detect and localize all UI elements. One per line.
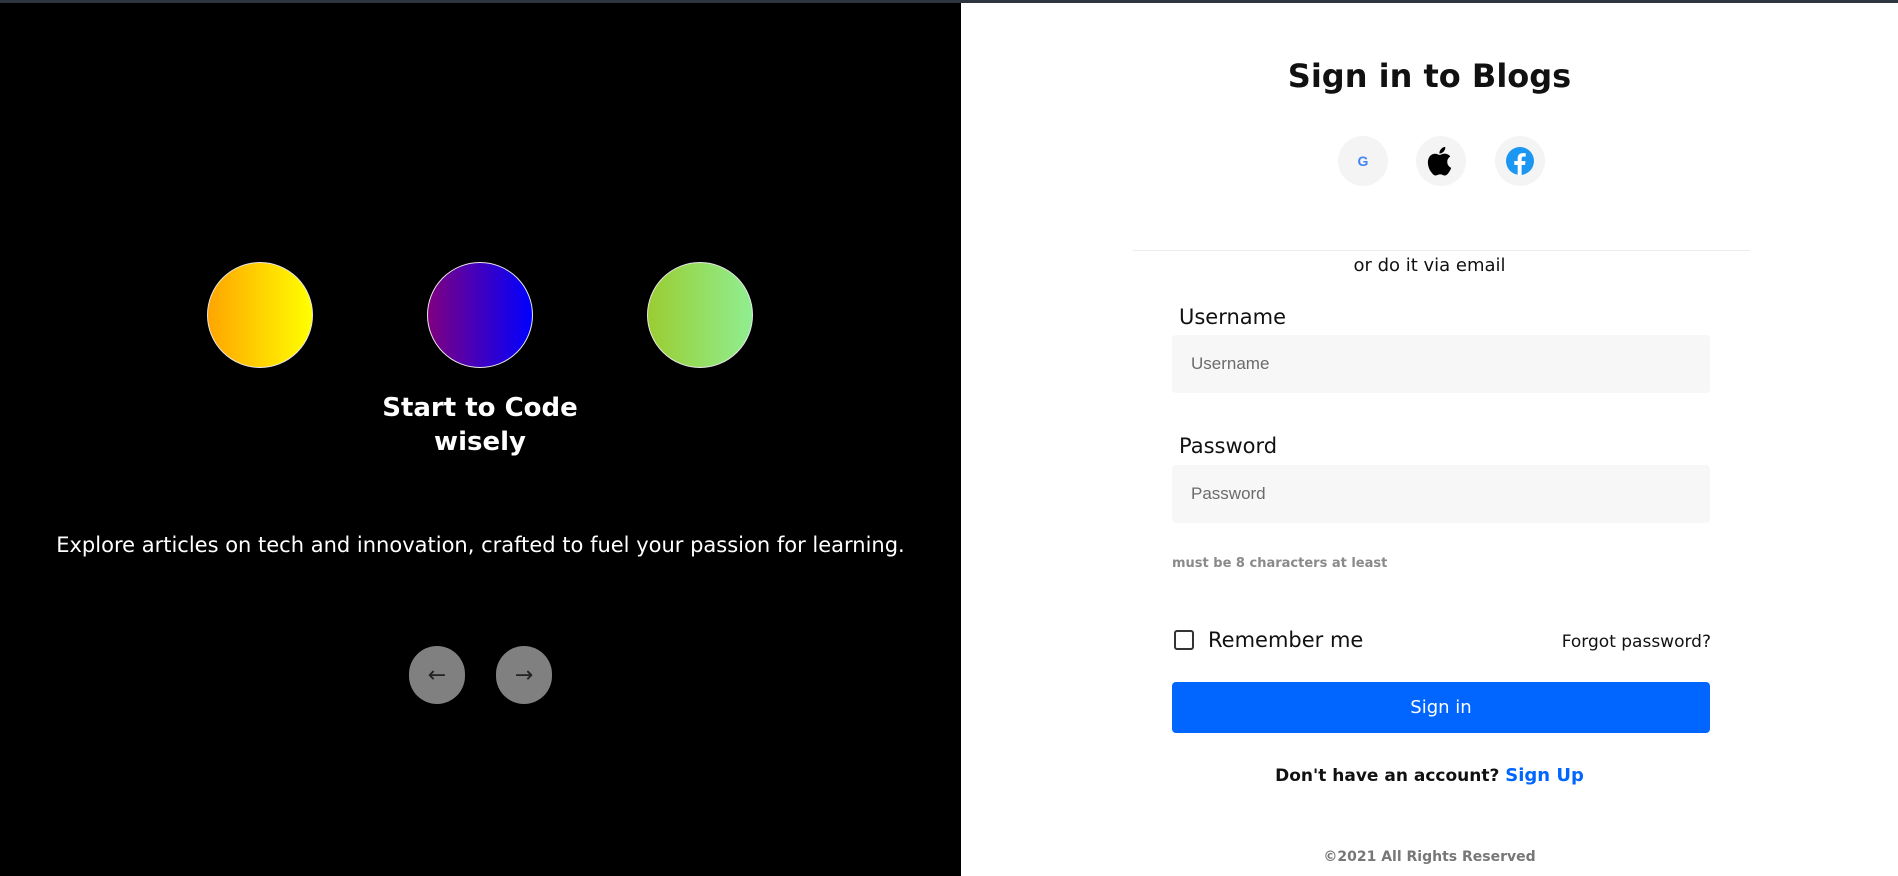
carousel-slide-circle-purple[interactable] bbox=[427, 262, 533, 368]
copyright-footer: ©2021 All Rights Reserved bbox=[1323, 849, 1536, 865]
facebook-icon bbox=[1506, 147, 1534, 175]
carousel-headline: Start to Code wisely bbox=[382, 393, 578, 457]
apple-icon bbox=[1427, 146, 1452, 176]
password-label: Password bbox=[1179, 434, 1278, 458]
carousel-panel: Start to Code wisely Explore articles on… bbox=[0, 3, 961, 876]
sign-in-panel: Sign in to Blogs G or do it via email Us… bbox=[961, 3, 1898, 876]
via-email-text: or do it via email bbox=[1353, 255, 1506, 276]
carousel-next-button[interactable]: → bbox=[496, 646, 552, 704]
carousel-tagline: Explore articles on tech and innovation,… bbox=[56, 533, 905, 557]
username-label: Username bbox=[1179, 305, 1287, 329]
sign-up-link[interactable]: Sign Up bbox=[1505, 765, 1584, 786]
carousel-prev-button[interactable]: ← bbox=[409, 646, 465, 704]
username-input[interactable] bbox=[1172, 335, 1710, 393]
password-hint: must be 8 characters at least bbox=[1172, 556, 1388, 571]
google-icon: G bbox=[1357, 153, 1369, 169]
password-input[interactable] bbox=[1172, 465, 1710, 523]
sign-in-button[interactable]: Sign in bbox=[1172, 682, 1710, 733]
facebook-sign-in-button[interactable] bbox=[1495, 136, 1545, 186]
carousel-slide-circle-green[interactable] bbox=[647, 262, 753, 368]
remember-me-toggle[interactable]: Remember me bbox=[1174, 628, 1363, 652]
sign-in-title: Sign in to Blogs bbox=[1287, 57, 1572, 95]
carousel-slide-circle-orange[interactable] bbox=[207, 262, 313, 368]
signup-prompt-line: Don't have an account? Sign Up bbox=[961, 765, 1898, 786]
apple-sign-in-button[interactable] bbox=[1416, 136, 1466, 186]
forgot-password-link[interactable]: Forgot password? bbox=[1562, 632, 1711, 652]
remember-me-label: Remember me bbox=[1208, 628, 1364, 652]
remember-me-checkbox[interactable] bbox=[1174, 630, 1194, 650]
signup-prompt-text: Don't have an account? bbox=[1275, 766, 1500, 786]
google-sign-in-button[interactable]: G bbox=[1338, 136, 1388, 186]
divider-line bbox=[1133, 250, 1750, 251]
